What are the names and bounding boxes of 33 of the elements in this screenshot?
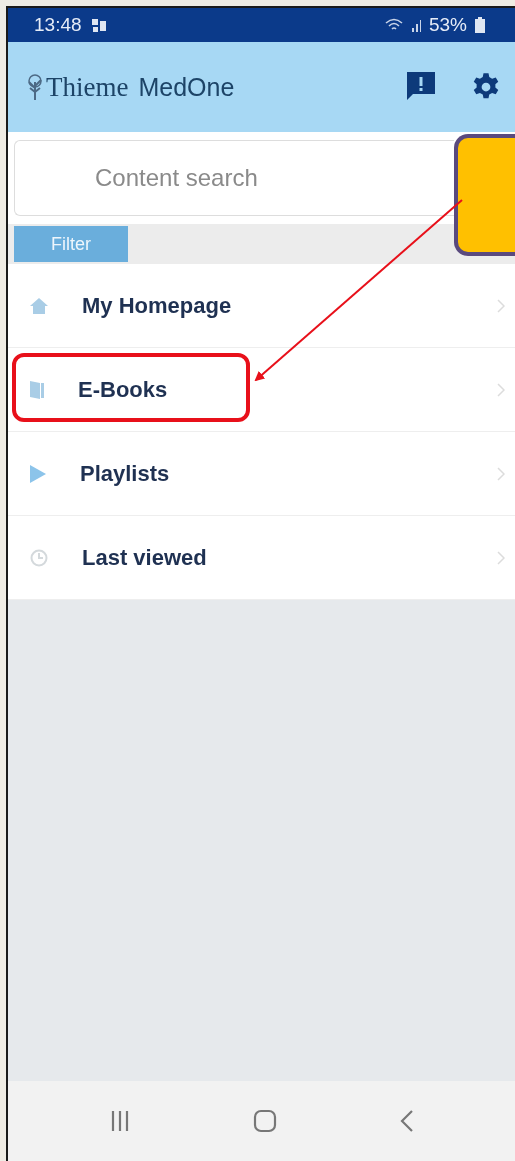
menu-item-label: E-Books: [78, 376, 169, 403]
home-icon: [30, 297, 48, 314]
clock-icon: [30, 548, 48, 567]
book-icon: [30, 380, 44, 399]
back-button[interactable]: [399, 1109, 414, 1133]
menu-item[interactable]: E-Books: [8, 348, 515, 432]
chevron-icon: [497, 382, 505, 397]
menu-item[interactable]: My Homepage: [8, 264, 515, 348]
menu-item-label: Last viewed: [82, 544, 208, 571]
battery-icon: [475, 17, 485, 33]
status-time: 13:48: [34, 14, 82, 36]
search-field[interactable]: Content search: [14, 140, 454, 216]
menu-item[interactable]: Playlists: [8, 432, 515, 516]
recent-apps-button[interactable]: [109, 1110, 130, 1132]
home-button[interactable]: [252, 1109, 277, 1133]
feedback-icon: [407, 72, 435, 102]
signal-icon: [410, 18, 421, 32]
home-square-icon: [252, 1109, 277, 1133]
menu-item-label: My Homepage: [82, 292, 233, 319]
logo-text: MedOne: [138, 72, 235, 102]
recent-apps-icon: [109, 1110, 130, 1132]
tree-logo-icon: [26, 74, 44, 100]
wifi-icon: [384, 18, 403, 32]
play-icon: [30, 464, 46, 483]
notification-icon: [89, 17, 108, 33]
menu-item-label: Playlists: [80, 460, 171, 487]
chevron-icon: [497, 466, 505, 481]
logo-text: Thieme: [46, 71, 129, 103]
chevron-icon: [497, 298, 505, 313]
feedback-button[interactable]: [407, 72, 435, 102]
back-icon: [399, 1109, 414, 1133]
battery-percent: 53%: [428, 14, 467, 36]
chevron-icon: [497, 550, 505, 565]
